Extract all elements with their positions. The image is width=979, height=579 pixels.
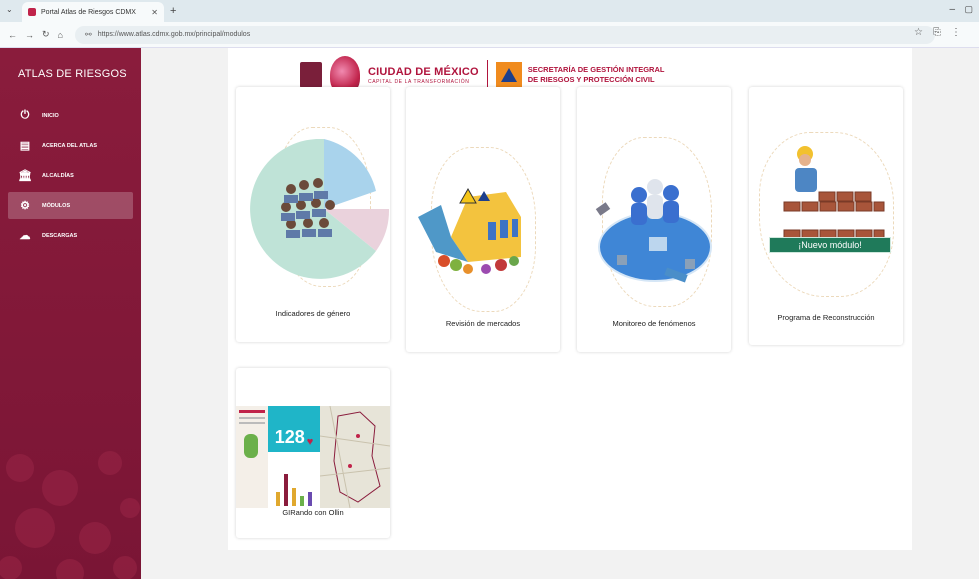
sidebar-item-acerca[interactable]: ▤ ACERCA DEL ATLAS xyxy=(8,132,133,159)
module-card-genero[interactable]: Indicadores de género xyxy=(236,87,390,342)
secretaria-line-2: DE RIESGOS Y PROTECCIÓN CIVIL xyxy=(527,75,655,84)
back-icon[interactable]: ← xyxy=(8,30,17,40)
mini-bar-chart-icon xyxy=(276,474,312,506)
sidebar-item-label: ACERCA DEL ATLAS xyxy=(42,142,97,149)
tab-close-icon[interactable]: ✕ xyxy=(151,8,158,17)
tab-search-icon[interactable]: ⌄ xyxy=(6,5,13,14)
building-icon: 🏛 xyxy=(18,170,32,182)
sidebar: ATLAS DE RIESGOS ⏻ INICIO ▤ ACERCA DEL A… xyxy=(0,48,141,579)
power-icon: ⏻ xyxy=(20,109,30,121)
address-bar: ← → ↻ ⌂ ⚯ https://www.atlas.cdmx.gob.mx/… xyxy=(0,22,979,48)
secretaria-name: SECRETARÍA DE GESTIÓN INTEGRAL DE RIESGO… xyxy=(528,65,665,85)
module-label: Indicadores de género xyxy=(275,309,351,318)
new-tab-button[interactable]: + xyxy=(170,5,176,17)
main-panel: CIUDAD DE MÉXICO CAPITAL DE LA TRANSFORM… xyxy=(228,48,912,550)
cdmx-brand: CIUDAD DE MÉXICO CAPITAL DE LA TRANSFORM… xyxy=(368,66,479,85)
minimize-icon[interactable]: – xyxy=(949,4,955,15)
favicon-icon xyxy=(28,8,36,16)
site-info-icon[interactable]: ⚯ xyxy=(85,30,92,39)
home-icon[interactable]: ⌂ xyxy=(58,30,63,40)
browser-tab-bar: ⌄ Portal Atlas de Riesgos CDMX ✕ + – ▢ xyxy=(0,0,979,22)
module-label: Monitoreo de fenómenos xyxy=(612,319,696,328)
secretaria-line-1: SECRETARÍA DE GESTIÓN INTEGRAL xyxy=(527,65,665,74)
sidebar-item-label: ALCALDÍAS xyxy=(42,172,74,179)
market-building-illustration-icon xyxy=(418,187,521,274)
sidebar-item-label: DESCARGAS xyxy=(42,232,78,239)
cloud-download-icon: ☁ xyxy=(19,230,31,242)
infographic-panel xyxy=(236,406,268,508)
badge-text: ¡Nuevo módulo! xyxy=(798,240,862,250)
module-label: Programa de Reconstrucción xyxy=(777,313,875,322)
tab-title: Portal Atlas de Riesgos CDMX xyxy=(41,8,136,16)
browser-tab[interactable]: Portal Atlas de Riesgos CDMX ✕ xyxy=(22,2,164,22)
info-panel-icon: ▤ xyxy=(19,140,31,152)
map-panel xyxy=(319,406,390,508)
counter-panel: 128 ♥ xyxy=(268,406,320,508)
sidebar-item-alcaldias[interactable]: 🏛 ALCALDÍAS xyxy=(8,162,133,189)
sidebar-item-label: INICIO xyxy=(42,112,59,119)
girando-collage: 128 ♥ xyxy=(236,406,390,508)
sidebar-menu: ⏻ INICIO ▤ ACERCA DEL ATLAS 🏛 ALCALDÍAS … xyxy=(8,102,133,252)
browser-toolbar-icons[interactable]: ☆⎘⋮ xyxy=(914,27,971,38)
forward-icon[interactable]: → xyxy=(25,30,34,40)
sidebar-title: ATLAS DE RIESGOS xyxy=(18,68,127,80)
reload-icon[interactable]: ↻ xyxy=(42,29,50,40)
sidebar-item-label: MÓDULOS xyxy=(42,202,71,209)
module-card-reconstruccion[interactable]: ¡Nuevo módulo! Programa de Reconstrucció… xyxy=(749,87,903,345)
module-card-monitoreo[interactable]: Monitoreo de fenómenos xyxy=(577,87,731,352)
new-module-badge: ¡Nuevo módulo! xyxy=(769,237,891,253)
cdmx-shield-icon xyxy=(300,62,322,88)
sidebar-item-descargas[interactable]: ☁ DESCARGAS xyxy=(8,222,133,249)
url-text: https://www.atlas.cdmx.gob.mx/principal/… xyxy=(97,31,251,38)
sidebar-item-inicio[interactable]: ⏻ INICIO xyxy=(8,102,133,129)
module-label: Revisión de mercados xyxy=(445,319,521,328)
counter-value: 128 xyxy=(274,427,305,447)
url-input[interactable]: ⚯ https://www.atlas.cdmx.gob.mx/principa… xyxy=(74,25,935,44)
civil-protection-logo-icon xyxy=(495,62,522,88)
header-divider xyxy=(486,60,488,90)
maximize-icon[interactable]: ▢ xyxy=(964,4,973,15)
module-card-mercados[interactable]: Revisión de mercados xyxy=(406,87,560,352)
brand-subtitle: CAPITAL DE LA TRANSFORMACIÓN xyxy=(368,78,470,85)
brand-title: CIUDAD DE MÉXICO xyxy=(368,65,479,78)
module-card-girando[interactable]: 128 ♥ GIRando con Ollin xyxy=(236,368,390,538)
heart-icon: ♥ xyxy=(306,436,314,448)
sidebar-item-modulos[interactable]: ⚙ MÓDULOS xyxy=(8,192,133,219)
gear-icon: ⚙ xyxy=(20,200,30,212)
earth-monitoring-illustration-icon xyxy=(595,179,712,283)
module-label: GIRando con Ollin xyxy=(282,508,344,517)
